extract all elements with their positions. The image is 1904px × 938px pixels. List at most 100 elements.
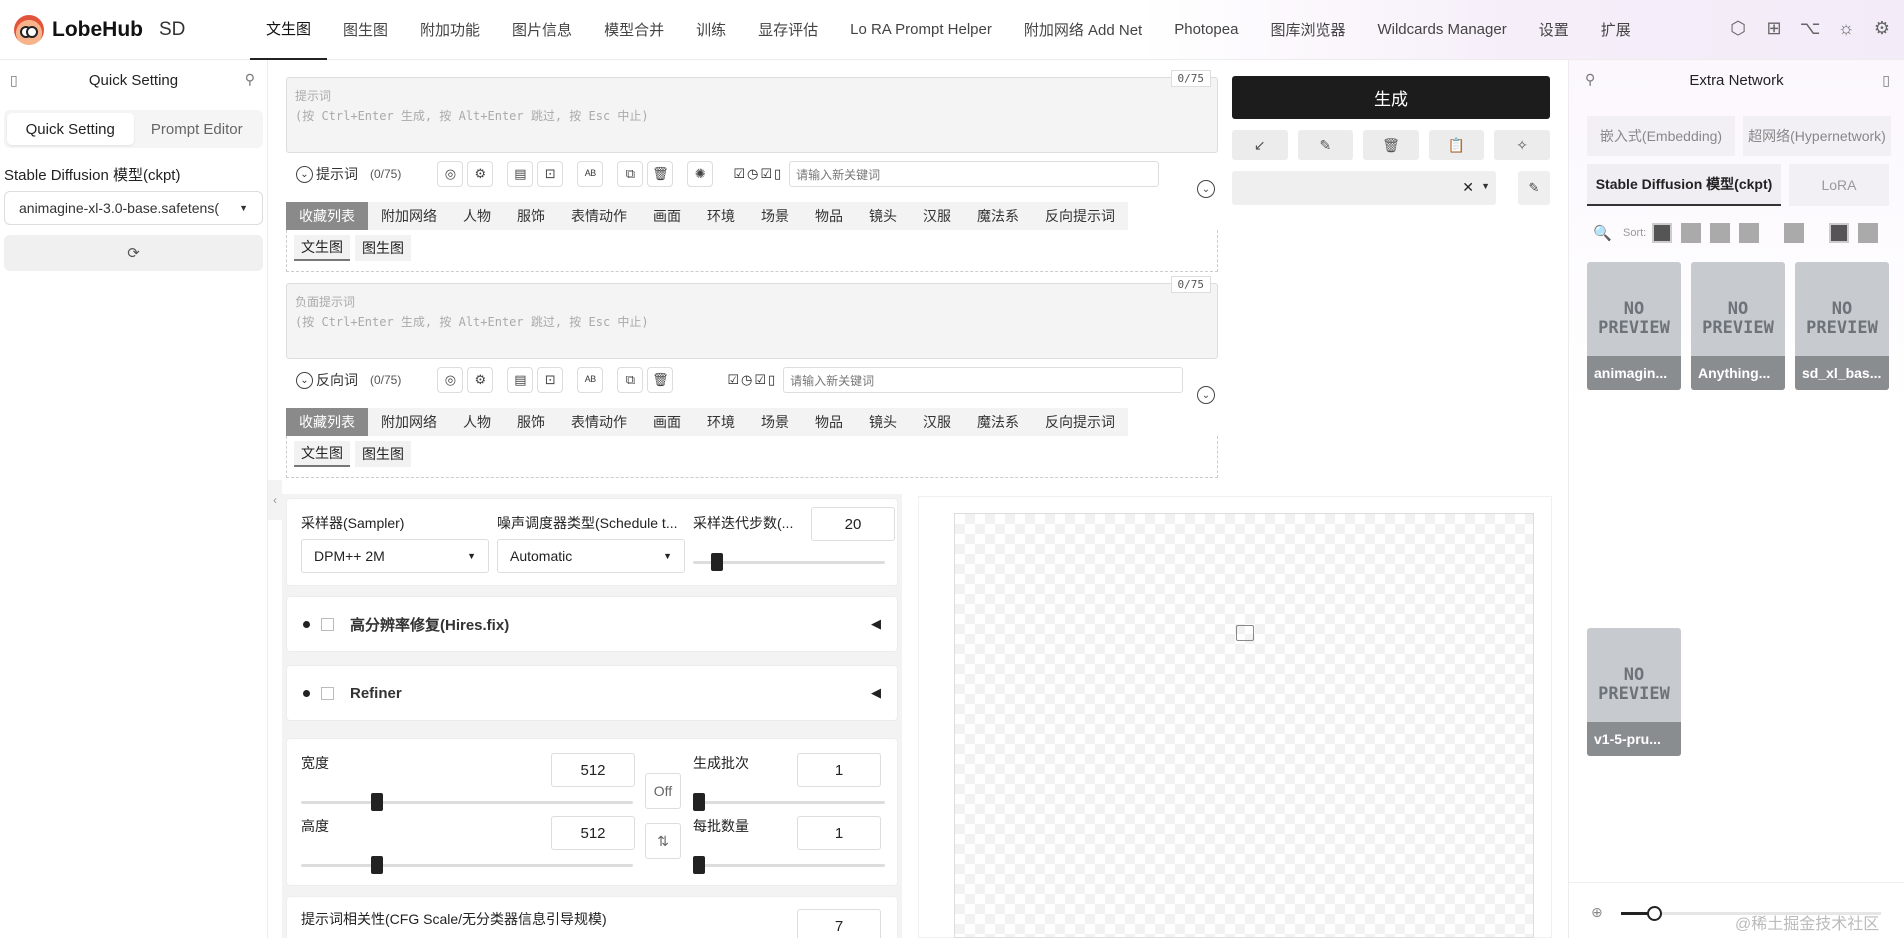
tab-vram[interactable]: 显存评估 [742,0,834,60]
cat-picture[interactable]: 画面 [640,202,694,230]
batch-count-input[interactable]: 1 [797,753,881,787]
cat-hanfu[interactable]: 汉服 [910,408,964,436]
tab-hypernetwork[interactable]: 超网络(Hypernetwork) [1743,116,1891,156]
cat-favorites[interactable]: 收藏列表 [286,202,368,230]
clock-icon[interactable]: ◷ [747,166,758,182]
tab-addnet[interactable]: 附加网络 Add Net [1008,0,1158,60]
zoom-in-icon[interactable]: ⊕ [1591,904,1603,921]
width-input[interactable]: 512 [551,753,635,787]
cat-magic[interactable]: 魔法系 [964,408,1032,436]
panel-icon[interactable]: ▯ [768,372,775,388]
cat-expression[interactable]: 表情动作 [558,408,640,436]
cat-extra-network[interactable]: 附加网络 [368,408,450,436]
steps-slider-thumb[interactable] [711,553,723,571]
seg-prompt-editor[interactable]: Prompt Editor [134,113,261,145]
cat-items[interactable]: 物品 [802,408,856,436]
tab-lora-helper[interactable]: Lo RA Prompt Helper [834,0,1008,60]
edit-note-icon[interactable]: ✎ [1297,130,1354,160]
height-slider-thumb[interactable] [371,856,384,874]
tab-lora[interactable]: LoRA [1789,164,1889,206]
trash-icon[interactable]: 🗑 [647,161,674,187]
collapse-arrow-icon[interactable]: ◀ [871,616,881,632]
subtab-txt2img[interactable]: 文生图 [294,441,350,467]
height-input[interactable]: 512 [551,816,635,850]
copy-icon[interactable]: ⧉ [617,367,644,393]
negative-prompt-textarea[interactable]: 负面提示词 (按 Ctrl+Enter 生成, 按 Alt+Enter 跳过, … [286,276,1218,359]
neg-collapse-toggle[interactable]: ⌄ 反向词 [296,370,358,390]
tab-img2img[interactable]: 图生图 [327,0,404,60]
tab-model-merge[interactable]: 模型合并 [588,0,680,60]
translate-icon[interactable]: ᴬᴮ [577,161,604,187]
cat-negative[interactable]: 反向提示词 [1032,408,1128,436]
schedule-select[interactable]: Automatic ▼ [497,539,685,573]
swap-dimensions-button[interactable]: ⇅ [645,823,681,859]
read-params-icon[interactable]: ↙ [1232,130,1288,160]
batch-size-input[interactable]: 1 [797,816,881,850]
keyword-input[interactable]: 请输入新关键词 [789,161,1160,187]
cfg-input[interactable]: 7 [797,909,881,938]
settings-icon[interactable]: ⚙ [467,161,494,187]
tab-embedding[interactable]: 嵌入式(Embedding) [1587,116,1735,156]
off-button[interactable]: Off [645,773,681,809]
cat-camera[interactable]: 镜头 [856,408,910,436]
sort-name-button[interactable] [1710,223,1731,243]
panel-icon[interactable]: ▯ [774,166,781,182]
cat-picture[interactable]: 画面 [640,408,694,436]
subtab-img2img[interactable]: 图生图 [355,441,411,467]
sampler-select[interactable]: DPM++ 2M ▼ [301,539,489,573]
cat-extra-network[interactable]: 附加网络 [368,202,450,230]
sort-path-button[interactable] [1681,223,1702,243]
sun-icon[interactable]: ☼ [1834,16,1858,40]
copy-icon[interactable]: ⧉ [617,161,644,187]
model-card[interactable]: NO PREVIEW animagin... [1587,262,1681,390]
grid-icon[interactable]: ⊞ [1762,16,1786,40]
pin-icon[interactable]: ⚲ [245,71,255,88]
checkbox-2[interactable]: ☑ [754,372,766,388]
model-card[interactable]: NO PREVIEW Anything... [1691,262,1785,390]
gear-icon[interactable]: ⚙ [1870,16,1894,40]
prompt-textarea[interactable]: 提示词 (按 Ctrl+Enter 生成, 按 Alt+Enter 跳过, 按 … [286,70,1218,153]
collapse-left-handle[interactable]: ‹ [268,480,282,520]
search-icon[interactable]: 🔍 [1593,224,1615,242]
github-icon[interactable]: ⌥ [1798,16,1822,40]
neg-keyword-input[interactable]: 请输入新关键词 [783,367,1184,393]
tree-view-button[interactable] [1829,223,1850,243]
width-slider-track[interactable] [301,801,633,804]
globe-icon[interactable]: ◎ [437,161,464,187]
edit-styles-button[interactable]: ✎ [1518,171,1550,205]
sort-date-button[interactable] [1739,223,1760,243]
trash-icon[interactable]: 🗑 [647,367,674,393]
tab-png-info[interactable]: 图片信息 [496,0,588,60]
cat-favorites[interactable]: 收藏列表 [286,408,368,436]
batch-count-slider-thumb[interactable] [693,793,705,811]
cat-scene[interactable]: 场景 [748,408,802,436]
expand-icon[interactable]: ⌄ [1197,180,1215,198]
clock-icon[interactable]: ◷ [741,372,752,388]
tab-txt2img[interactable]: 文生图 [250,0,328,60]
translate-icon[interactable]: ᴬᴮ [577,367,604,393]
openai-icon[interactable]: ✺ [687,161,714,187]
collapse-arrow-icon[interactable]: ◀ [871,685,881,701]
sidebar-toggle-icon[interactable]: ▯ [1882,72,1890,89]
expand-icon[interactable]: ⌄ [1197,386,1215,404]
cat-person[interactable]: 人物 [450,202,504,230]
subtab-txt2img[interactable]: 文生图 [294,235,350,261]
cat-magic[interactable]: 魔法系 [964,202,1032,230]
generate-button[interactable]: 生成 [1232,76,1550,119]
tab-image-browser[interactable]: 图库浏览器 [1254,0,1361,60]
sort-default-button[interactable] [1652,223,1673,243]
refiner-accordion[interactable]: Refiner ◀ [286,665,898,721]
bookmark-icon[interactable]: ⊡ [537,161,564,187]
cat-environment[interactable]: 环境 [694,202,748,230]
sidebar-toggle-icon[interactable]: ▯ [10,72,18,89]
pin-icon[interactable]: ⚲ [1585,71,1595,88]
history-icon[interactable]: ▤ [507,161,534,187]
width-slider-thumb[interactable] [371,793,384,811]
cat-person[interactable]: 人物 [450,408,504,436]
seg-quick-setting[interactable]: Quick Setting [7,113,134,145]
cat-expression[interactable]: 表情动作 [558,202,640,230]
cat-clothing[interactable]: 服饰 [504,202,558,230]
hires-accordion[interactable]: 高分辨率修复(Hires.fix) ◀ [286,596,898,652]
refresh-button[interactable] [1858,223,1879,243]
checkbox-2[interactable]: ☑ [760,166,772,182]
